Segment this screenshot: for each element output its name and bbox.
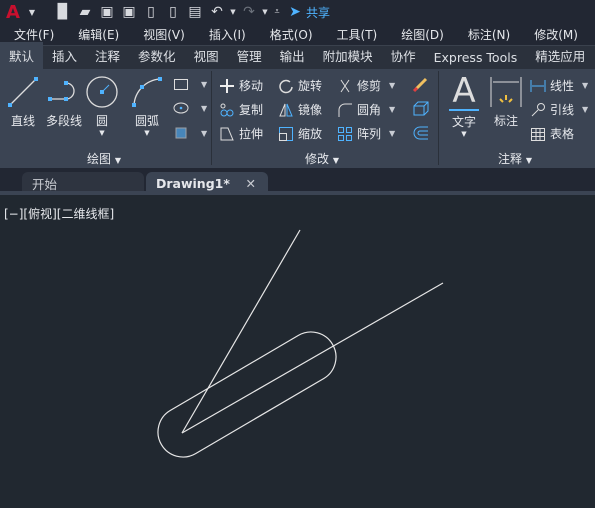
line-entity[interactable] bbox=[181, 282, 444, 434]
drawing-canvas[interactable] bbox=[0, 0, 595, 508]
slot-polyline-entity[interactable] bbox=[157, 331, 337, 458]
